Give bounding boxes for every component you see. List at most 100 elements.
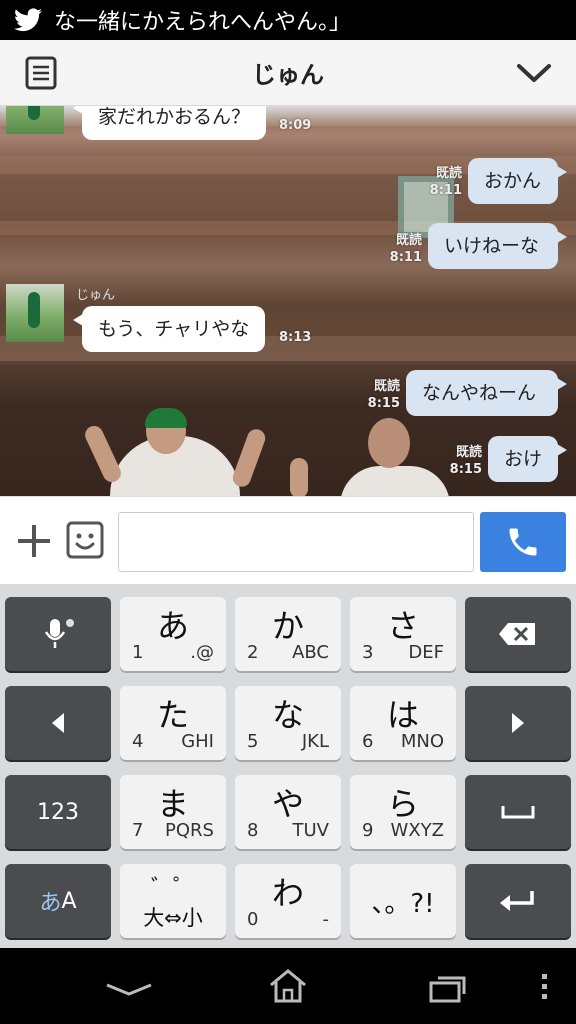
message-bubble[interactable]: おかん [468,158,567,204]
voice-input-key[interactable] [5,597,111,671]
key-alpha: - [322,909,330,930]
key-kana: わ [271,874,304,912]
read-receipt: 既読 [395,233,422,248]
home-icon[interactable] [268,968,308,1004]
flick-keyboard: あ 1 .@ か 2 ABC さ 3 DEF た 4 GHI な 5 JKL は… [0,584,576,948]
message-time: 8:13 [279,330,312,345]
message-input[interactable] [118,512,474,572]
message-time: 8:11 [429,183,462,198]
key-wa-row[interactable]: わ 0 - [235,864,341,938]
message-bubble[interactable]: もう、チャリやな [72,306,266,352]
backspace-icon [499,623,535,645]
recent-apps-icon[interactable] [428,974,468,1004]
message-bubble[interactable]: 家だれかおるん？ [72,106,267,140]
chat-header: じゅん [0,40,576,106]
key-alpha: PQRS [165,820,214,841]
key-label: 123 [37,799,79,825]
microphone-icon [44,619,74,648]
overflow-menu-icon[interactable] [538,972,550,1002]
cursor-left-key[interactable] [5,686,111,760]
notification-text: な一緒にかえられへんやん。」 [54,10,352,35]
key-kana: か [271,607,304,645]
key-alpha: DEF [408,642,444,663]
background-person-cap [145,408,187,428]
message-meta: 既読 8:11 [418,165,462,199]
avatar[interactable] [6,106,64,134]
call-button[interactable] [480,512,566,572]
key-ra-row[interactable]: ら 9 WXYZ [350,775,456,849]
arrow-left-icon [52,713,64,733]
avatar[interactable] [6,284,64,342]
key-label-alpha: A [61,888,77,914]
sender-name: じゅん [76,288,116,303]
enter-key[interactable] [465,864,571,938]
number-mode-key[interactable]: 123 [5,775,111,849]
key-number: 3 [362,642,374,663]
read-receipt: 既読 [435,166,462,181]
space-icon [501,806,535,819]
key-alpha: TUV [292,820,329,841]
key-alpha: JKL [301,731,329,752]
enter-icon [500,891,534,911]
key-label: 、。?! [371,888,435,919]
message-time: 8:09 [279,118,312,133]
input-mode-key[interactable]: あ A [5,864,111,938]
key-a-row[interactable]: あ 1 .@ [120,597,226,671]
chevron-down-icon[interactable] [516,60,552,86]
phone-icon [509,528,537,556]
key-number: 6 [362,731,374,752]
key-ma-row[interactable]: ま 7 PQRS [120,775,226,849]
key-alpha: MNO [400,731,444,752]
sticker-icon[interactable] [66,521,104,559]
key-ka-row[interactable]: か 2 ABC [235,597,341,671]
key-number: 0 [247,909,259,930]
plus-icon[interactable] [14,521,54,561]
key-number: 9 [362,820,374,841]
message-bubble[interactable]: いけねーな [428,223,567,269]
key-alpha: .@ [190,642,214,663]
key-size-toggle: 大⇔小 [143,906,203,930]
chat-area[interactable]: 家だれかおるん？ 8:09 既読 8:11 おかん 既読 8:11 いけねーな … [0,106,576,496]
key-alpha: WXYZ [390,820,444,841]
read-receipt: 既読 [373,379,400,394]
message-meta: 既読 8:11 [378,232,422,266]
chat-title: じゅん [252,61,324,89]
backspace-key[interactable] [465,597,571,671]
message-meta: 既読 8:15 [356,378,400,412]
key-number: 2 [247,642,259,663]
cursor-right-key[interactable] [465,686,571,760]
key-label-kana: あ [39,891,62,916]
arrow-right-icon [512,713,524,733]
punctuation-key[interactable]: 、。?! [350,864,456,938]
key-number: 4 [132,731,144,752]
key-number: 1 [132,642,144,663]
key-ya-row[interactable]: や 8 TUV [235,775,341,849]
background-arm [290,458,308,496]
key-ha-row[interactable]: は 6 MNO [350,686,456,760]
key-alpha: ABC [292,642,329,663]
message-bubble[interactable]: おけ [488,436,567,482]
key-sa-row[interactable]: さ 3 DEF [350,597,456,671]
message-input-bar [0,496,576,584]
key-number: 8 [247,820,259,841]
notification-bar[interactable]: な一緒にかえられへんやん。」 [0,0,576,40]
message-time: 8:15 [449,462,482,477]
dakuten-key[interactable]: ゛゜ 大⇔小 [120,864,226,938]
list-icon[interactable] [24,56,58,90]
key-dakuten: ゛゜ [150,876,195,901]
key-alpha: GHI [181,731,214,752]
space-key[interactable] [465,775,571,849]
key-kana: な [271,696,304,734]
message-meta: 既読 8:15 [438,444,482,478]
key-na-row[interactable]: な 5 JKL [235,686,341,760]
back-down-icon[interactable] [104,980,154,1000]
key-kana: や [271,785,304,823]
key-ta-row[interactable]: た 4 GHI [120,686,226,760]
key-number: 7 [132,820,144,841]
key-kana: ら [386,785,419,823]
key-kana: た [156,696,189,734]
key-kana: さ [386,607,419,645]
system-nav-bar [0,948,576,1024]
message-bubble[interactable]: なんやねーん [406,370,567,416]
key-kana: ま [156,785,189,823]
